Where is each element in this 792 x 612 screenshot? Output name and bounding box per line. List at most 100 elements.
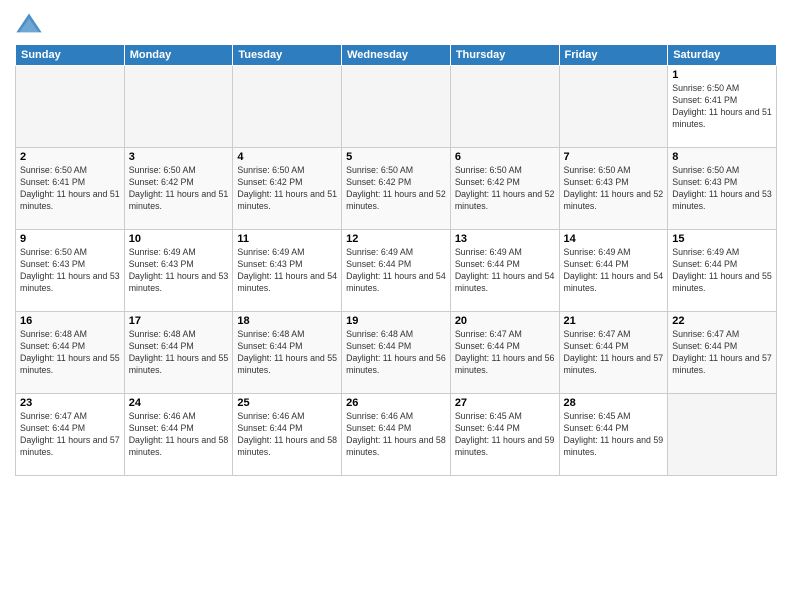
header — [15, 10, 777, 38]
day-number: 14 — [564, 233, 664, 245]
day-number: 25 — [237, 397, 337, 409]
day-number: 22 — [672, 315, 772, 327]
calendar-cell-empty — [16, 66, 125, 148]
day-info: Sunrise: 6:49 AMSunset: 6:44 PMDaylight:… — [346, 247, 446, 295]
day-info: Sunrise: 6:47 AMSunset: 6:44 PMDaylight:… — [455, 329, 555, 377]
calendar-header-monday: Monday — [124, 45, 233, 66]
day-number: 9 — [20, 233, 120, 245]
calendar-cell-28: 28 Sunrise: 6:45 AMSunset: 6:44 PMDayligh… — [559, 394, 668, 476]
day-info: Sunrise: 6:50 AMSunset: 6:42 PMDaylight:… — [237, 165, 337, 213]
calendar-cell-4: 4 Sunrise: 6:50 AMSunset: 6:42 PMDaylight… — [233, 148, 342, 230]
day-info: Sunrise: 6:45 AMSunset: 6:44 PMDaylight:… — [564, 411, 664, 459]
calendar-week-1: 1 Sunrise: 6:50 AMSunset: 6:41 PMDaylight… — [16, 66, 777, 148]
calendar-cell-12: 12 Sunrise: 6:49 AMSunset: 6:44 PMDayligh… — [342, 230, 451, 312]
calendar-header-saturday: Saturday — [668, 45, 777, 66]
logo-icon — [15, 10, 43, 38]
day-info: Sunrise: 6:46 AMSunset: 6:44 PMDaylight:… — [346, 411, 446, 459]
day-number: 6 — [455, 151, 555, 163]
day-number: 1 — [672, 69, 772, 81]
calendar-week-3: 9 Sunrise: 6:50 AMSunset: 6:43 PMDaylight… — [16, 230, 777, 312]
calendar-cell-empty — [559, 66, 668, 148]
calendar-cell-5: 5 Sunrise: 6:50 AMSunset: 6:42 PMDaylight… — [342, 148, 451, 230]
day-number: 28 — [564, 397, 664, 409]
calendar-header-friday: Friday — [559, 45, 668, 66]
day-number: 27 — [455, 397, 555, 409]
day-info: Sunrise: 6:50 AMSunset: 6:42 PMDaylight:… — [455, 165, 555, 213]
day-info: Sunrise: 6:48 AMSunset: 6:44 PMDaylight:… — [20, 329, 120, 377]
day-number: 2 — [20, 151, 120, 163]
calendar-cell-3: 3 Sunrise: 6:50 AMSunset: 6:42 PMDaylight… — [124, 148, 233, 230]
calendar-cell-empty — [342, 66, 451, 148]
calendar-cell-8: 8Sunrise: 6:50 AMSunset: 6:43 PMDaylight… — [668, 148, 777, 230]
calendar-cell-19: 19Sunrise: 6:48 AMSunset: 6:44 PMDayligh… — [342, 312, 451, 394]
calendar-week-4: 16 Sunrise: 6:48 AMSunset: 6:44 PMDayligh… — [16, 312, 777, 394]
day-number: 13 — [455, 233, 555, 245]
day-info: Sunrise: 6:49 AMSunset: 6:43 PMDaylight:… — [237, 247, 337, 295]
calendar-cell-11: 11 Sunrise: 6:49 AMSunset: 6:43 PMDayligh… — [233, 230, 342, 312]
day-info: Sunrise: 6:49 AMSunset: 6:44 PMDaylight:… — [564, 247, 664, 295]
day-number: 26 — [346, 397, 446, 409]
day-info: Sunrise: 6:47 AMSunset: 6:44 PMDaylight:… — [672, 329, 772, 377]
calendar-cell-21: 21 Sunrise: 6:47 AMSunset: 6:44 PMDayligh… — [559, 312, 668, 394]
calendar-cell-6: 6 Sunrise: 6:50 AMSunset: 6:42 PMDaylight… — [450, 148, 559, 230]
day-number: 23 — [20, 397, 120, 409]
day-info: Sunrise: 6:50 AMSunset: 6:41 PMDaylight:… — [672, 83, 772, 131]
day-number: 4 — [237, 151, 337, 163]
calendar-cell-15: 15 Sunrise: 6:49 AMSunset: 6:44 PMDayligh… — [668, 230, 777, 312]
calendar-cell-17: 17Sunrise: 6:48 AMSunset: 6:44 PMDayligh… — [124, 312, 233, 394]
calendar-cell-9: 9 Sunrise: 6:50 AMSunset: 6:43 PMDaylight… — [16, 230, 125, 312]
day-number: 12 — [346, 233, 446, 245]
logo — [15, 10, 47, 38]
day-info: Sunrise: 6:46 AMSunset: 6:44 PMDaylight:… — [237, 411, 337, 459]
day-info: Sunrise: 6:50 AMSunset: 6:43 PMDaylight:… — [672, 165, 772, 213]
calendar-cell-1: 1 Sunrise: 6:50 AMSunset: 6:41 PMDaylight… — [668, 66, 777, 148]
calendar-header-tuesday: Tuesday — [233, 45, 342, 66]
calendar-cell-2: 2 Sunrise: 6:50 AMSunset: 6:41 PMDaylight… — [16, 148, 125, 230]
day-info: Sunrise: 6:50 AMSunset: 6:43 PMDaylight:… — [564, 165, 664, 213]
day-info: Sunrise: 6:45 AMSunset: 6:44 PMDaylight:… — [455, 411, 555, 459]
day-info: Sunrise: 6:50 AMSunset: 6:42 PMDaylight:… — [129, 165, 229, 213]
day-number: 3 — [129, 151, 229, 163]
calendar-header-sunday: Sunday — [16, 45, 125, 66]
day-info: Sunrise: 6:49 AMSunset: 6:44 PMDaylight:… — [672, 247, 772, 295]
day-number: 19 — [346, 315, 446, 327]
day-number: 7 — [564, 151, 664, 163]
calendar-cell-empty — [450, 66, 559, 148]
calendar-week-5: 23 Sunrise: 6:47 AMSunset: 6:44 PMDayligh… — [16, 394, 777, 476]
day-number: 24 — [129, 397, 229, 409]
calendar: SundayMondayTuesdayWednesdayThursdayFrid… — [15, 44, 777, 476]
calendar-cell-20: 20 Sunrise: 6:47 AMSunset: 6:44 PMDayligh… — [450, 312, 559, 394]
calendar-cell-27: 27 Sunrise: 6:45 AMSunset: 6:44 PMDayligh… — [450, 394, 559, 476]
day-number: 15 — [672, 233, 772, 245]
calendar-cell-24: 24 Sunrise: 6:46 AMSunset: 6:44 PMDayligh… — [124, 394, 233, 476]
day-info: Sunrise: 6:47 AMSunset: 6:44 PMDaylight:… — [564, 329, 664, 377]
day-number: 16 — [20, 315, 120, 327]
day-info: Sunrise: 6:49 AMSunset: 6:43 PMDaylight:… — [129, 247, 229, 295]
day-info: Sunrise: 6:50 AMSunset: 6:43 PMDaylight:… — [20, 247, 120, 295]
day-number: 21 — [564, 315, 664, 327]
calendar-header-wednesday: Wednesday — [342, 45, 451, 66]
calendar-cell-26: 26 Sunrise: 6:46 AMSunset: 6:44 PMDayligh… — [342, 394, 451, 476]
calendar-header-row: SundayMondayTuesdayWednesdayThursdayFrid… — [16, 45, 777, 66]
calendar-cell-16: 16 Sunrise: 6:48 AMSunset: 6:44 PMDayligh… — [16, 312, 125, 394]
calendar-cell-23: 23 Sunrise: 6:47 AMSunset: 6:44 PMDayligh… — [16, 394, 125, 476]
day-info: Sunrise: 6:46 AMSunset: 6:44 PMDaylight:… — [129, 411, 229, 459]
day-info: Sunrise: 6:48 AMSunset: 6:44 PMDaylight:… — [237, 329, 337, 377]
calendar-cell-18: 18Sunrise: 6:48 AMSunset: 6:44 PMDayligh… — [233, 312, 342, 394]
calendar-cell-13: 13Sunrise: 6:49 AMSunset: 6:44 PMDayligh… — [450, 230, 559, 312]
page: SundayMondayTuesdayWednesdayThursdayFrid… — [0, 0, 792, 612]
calendar-header-thursday: Thursday — [450, 45, 559, 66]
calendar-cell-10: 10 Sunrise: 6:49 AMSunset: 6:43 PMDayligh… — [124, 230, 233, 312]
day-number: 17 — [129, 315, 229, 327]
day-number: 10 — [129, 233, 229, 245]
day-number: 5 — [346, 151, 446, 163]
day-info: Sunrise: 6:50 AMSunset: 6:41 PMDaylight:… — [20, 165, 120, 213]
calendar-cell-25: 25 Sunrise: 6:46 AMSunset: 6:44 PMDayligh… — [233, 394, 342, 476]
day-number: 20 — [455, 315, 555, 327]
day-number: 11 — [237, 233, 337, 245]
calendar-week-2: 2 Sunrise: 6:50 AMSunset: 6:41 PMDaylight… — [16, 148, 777, 230]
day-info: Sunrise: 6:47 AMSunset: 6:44 PMDaylight:… — [20, 411, 120, 459]
calendar-cell-14: 14 Sunrise: 6:49 AMSunset: 6:44 PMDayligh… — [559, 230, 668, 312]
calendar-cell-empty — [233, 66, 342, 148]
day-info: Sunrise: 6:50 AMSunset: 6:42 PMDaylight:… — [346, 165, 446, 213]
